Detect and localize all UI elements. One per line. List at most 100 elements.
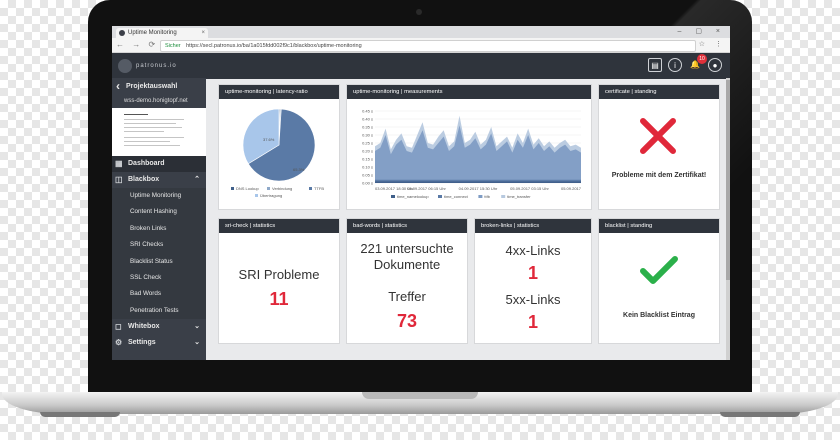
sidebar-label-whitebox: Whitebox [128, 323, 160, 331]
sidebar-item-dashboard[interactable]: ▦ Dashboard [112, 156, 206, 172]
y-tick-label: 0.30 s [362, 133, 373, 138]
sidebar-label-dashboard: Dashboard [128, 160, 165, 167]
grid-icon: ▦ [115, 159, 123, 168]
window-controls[interactable]: – ▢ × [678, 26, 726, 38]
sidebar-subitem-uptime[interactable]: Uptime Monitoring [112, 188, 206, 205]
sidebar: Projektauswahl wss-demo.honigtopf.net ▦ D… [112, 78, 206, 360]
brand-name: patronus.io [136, 63, 177, 69]
sidebar-label-blackbox: Blackbox [128, 176, 160, 183]
card-title-latency: uptime-monitoring | latency-ratio [219, 85, 339, 99]
pie-data-label-dark: 65.3% [293, 167, 305, 172]
extension-icons[interactable]: ☆ ⋮ [699, 39, 726, 51]
broken-4xx-value: 1 [527, 263, 538, 283]
sri-label: SRI Probleme [238, 267, 320, 282]
cube-icon: ◫ [115, 175, 123, 184]
bad-words-hits-label: Treffer [388, 289, 426, 304]
gear-icon: ⚙ [115, 338, 123, 348]
sidebar-subitem-pentests[interactable]: Penetration Tests [112, 302, 206, 320]
sidebar-subitem-broken-links[interactable]: Broken Links [112, 220, 206, 238]
pie-legend-label: Übertragung [260, 193, 282, 198]
sidebar-subitem-blacklist[interactable]: Blacklist Status [112, 253, 206, 270]
page-scrollbar[interactable] [726, 78, 730, 360]
y-tick-label: 0.45 s [362, 109, 373, 114]
project-thumbnail[interactable] [112, 108, 206, 156]
card-title-broken-links: broken-links | statistics [475, 219, 591, 233]
card-measurements: uptime-monitoring | measurements 0.00 s0… [346, 84, 592, 210]
sidebar-subitem-bad-words[interactable]: Bad Words [112, 286, 206, 303]
chevron-up-icon: ⌃ [194, 176, 200, 183]
y-tick-label: 0.15 s [362, 157, 373, 162]
chevron-down-icon: ⌄ [194, 323, 200, 331]
area-legend-label: time_transfer [507, 194, 531, 199]
sidebar-item-blackbox[interactable]: ◫ Blackbox ⌃ [112, 172, 206, 188]
sidebar-item-settings[interactable]: ⚙ Settings ⌄ [112, 335, 206, 351]
notification-badge: 10 [697, 54, 707, 64]
y-tick-label: 0.05 s [362, 173, 373, 178]
card-title-sri: sri-check | statistics [219, 219, 339, 233]
box-icon: ◻ [115, 322, 122, 332]
camera-dot [416, 9, 422, 15]
project-selector[interactable]: Projektauswahl [112, 78, 206, 96]
series-area-ttfb[interactable] [375, 125, 581, 183]
sri-value: 11 [269, 289, 289, 309]
x-tick-label: 04.09.2017 15:30 Uhr [459, 186, 498, 191]
sidebar-subitem-ssl[interactable]: SSL Check [112, 269, 206, 287]
app-header: patronus.io ▤ i 🔔 10 ● [112, 53, 730, 79]
pie-legend-label: TTFB [314, 186, 324, 191]
sidebar-subitem-sri-checks[interactable]: SRI Checks [112, 237, 206, 254]
area-legend-swatch [501, 195, 506, 198]
bad-words-docs-label: 221 untersuchte Dokumente [360, 241, 454, 272]
url-text: https://secl.patronus.io/ba/1a015fdd002f… [186, 43, 362, 49]
area-legend-label: time_connect [444, 194, 469, 199]
favicon-icon [119, 30, 125, 36]
tab-title: Uptime Monitoring [128, 30, 177, 36]
measurements-area-chart: 0.00 s 0.05 s 0.10 s 0.15 s 0.20 s 0.25 s 0.30… [362, 109, 582, 200]
card-bad-words: bad-words | statistics 221 untersuchte D… [346, 218, 468, 344]
pie-legend-swatch [231, 187, 234, 190]
browser-tab[interactable]: Uptime Monitoring × [116, 28, 208, 38]
broken-5xx-label: 5xx-Links [505, 292, 561, 307]
pie-data-label-light: 37.6% [263, 137, 275, 142]
card-sri: sri-check | statistics SRI Probleme 11 [218, 218, 340, 344]
card-latency: uptime-monitoring | latency-ratio 37.6% … [218, 84, 340, 210]
project-name: wss-demo.honigtopf.net [124, 98, 188, 104]
y-tick-label: 0.10 s [362, 165, 373, 170]
shield-logo-icon[interactable] [118, 59, 132, 73]
clipboard-icon[interactable]: ▤ [648, 58, 662, 72]
y-tick-label: 0.25 s [362, 141, 373, 146]
laptop-foot-left [40, 412, 120, 417]
user-icon[interactable]: ● [708, 58, 722, 72]
chevron-down-icon: ⌄ [194, 339, 200, 347]
pie-legend-label: Verbindung [272, 186, 292, 191]
area-legend-label: ttfb [484, 194, 490, 199]
card-blacklist: blacklist | standing Kein Blacklist Eint… [598, 218, 720, 344]
sidebar-item-whitebox[interactable]: ◻ Whitebox ⌄ [112, 319, 206, 335]
scrollbar-thumb[interactable] [726, 80, 730, 280]
bad-words-hits-value: 73 [396, 311, 418, 331]
broken-4xx-label: 4xx-Links [505, 243, 561, 258]
x-tick-label: 04.09.2017 06:15 Uhr [407, 186, 446, 191]
card-certificate: certificate | standing Probleme mit dem … [598, 84, 720, 210]
area-legend-swatch [438, 195, 442, 198]
laptop-foot-right [720, 412, 800, 417]
sidebar-subitem-content-hashing[interactable]: Content Hashing [112, 204, 206, 221]
address-bar-row: ← → ⟳ Sicher https://secl.patronus.io/ba… [112, 38, 730, 53]
bell-icon[interactable]: 🔔 10 [688, 54, 707, 72]
certificate-status-text: Probleme mit dem Zertifikat! [611, 172, 707, 179]
laptop-base [2, 392, 838, 414]
nav-buttons[interactable]: ← → ⟳ [116, 39, 158, 51]
pie-legend-swatch [309, 187, 312, 190]
info-icon[interactable]: i [668, 58, 682, 72]
url-bar[interactable]: Sicher https://secl.patronus.io/ba/1a015… [160, 40, 696, 52]
card-title-bad-words: bad-words | statistics [347, 219, 467, 233]
pie-legend-swatch [255, 194, 258, 197]
header-icons: ▤ i 🔔 10 ● [648, 54, 722, 72]
blacklist-status-text: Kein Blacklist Eintrag [623, 312, 695, 319]
series-area-time_namelookup[interactable] [375, 181, 581, 183]
screen: Uptime Monitoring × – ▢ × ← → ⟳ Sicher h… [112, 26, 730, 360]
card-broken-links: broken-links | statistics 4xx-Links 1 5x… [474, 218, 592, 344]
secure-label: Sicher [165, 43, 181, 49]
browser-tabbar: Uptime Monitoring × – ▢ × [112, 26, 730, 38]
tab-close-icon[interactable]: × [201, 28, 205, 38]
cross-icon [640, 118, 676, 154]
